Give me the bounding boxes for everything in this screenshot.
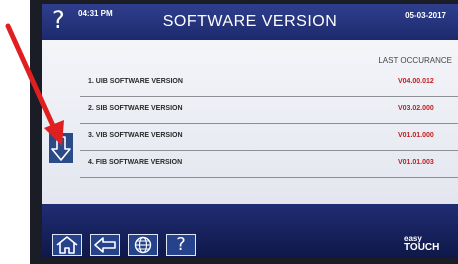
logo-line-2: TOUCH <box>404 242 440 253</box>
globe-icon <box>134 236 152 254</box>
row-value: V01.01.003 <box>398 159 434 166</box>
footer-bar: ? easy TOUCH <box>42 204 458 258</box>
touch-screen: ? 04:31 PM SOFTWARE VERSION 05-03-2017 L… <box>42 4 458 258</box>
annotation-arrow-icon <box>5 23 64 146</box>
back-arrow-icon <box>94 237 116 253</box>
easy-touch-logo: easy TOUCH <box>404 234 440 253</box>
help-icon: ? <box>176 234 186 255</box>
row-label: 2. SIB SOFTWARE VERSION <box>88 105 183 112</box>
help-footer-button[interactable]: ? <box>166 234 196 256</box>
row-value: V04.00.012 <box>398 78 434 85</box>
table-row: 2. SIB SOFTWARE VERSION V03.02.000 <box>80 97 458 124</box>
home-icon <box>56 236 78 254</box>
row-value: V03.02.000 <box>398 105 434 112</box>
current-date: 05-03-2017 <box>405 11 446 20</box>
column-header-last-occurance: LAST OCCURANCE <box>378 56 452 65</box>
row-label: 4. FIB SOFTWARE VERSION <box>88 159 183 166</box>
row-label: 1. UIB SOFTWARE VERSION <box>88 78 183 85</box>
language-button[interactable] <box>128 234 158 256</box>
table-row: 4. FIB SOFTWARE VERSION V01.01.003 <box>80 151 458 178</box>
page-title: SOFTWARE VERSION <box>162 13 338 30</box>
content-area: LAST OCCURANCE 1. UIB SOFTWARE VERSION V… <box>42 40 458 204</box>
row-value: V01.01.000 <box>398 132 434 139</box>
header-bar: ? 04:31 PM SOFTWARE VERSION 05-03-2017 <box>42 4 458 40</box>
table-row: 1. UIB SOFTWARE VERSION V04.00.012 <box>80 70 458 97</box>
row-label: 3. VIB SOFTWARE VERSION <box>88 132 183 139</box>
back-button[interactable] <box>90 234 120 256</box>
table-row: 3. VIB SOFTWARE VERSION V01.01.000 <box>80 124 458 151</box>
home-button[interactable] <box>52 234 82 256</box>
